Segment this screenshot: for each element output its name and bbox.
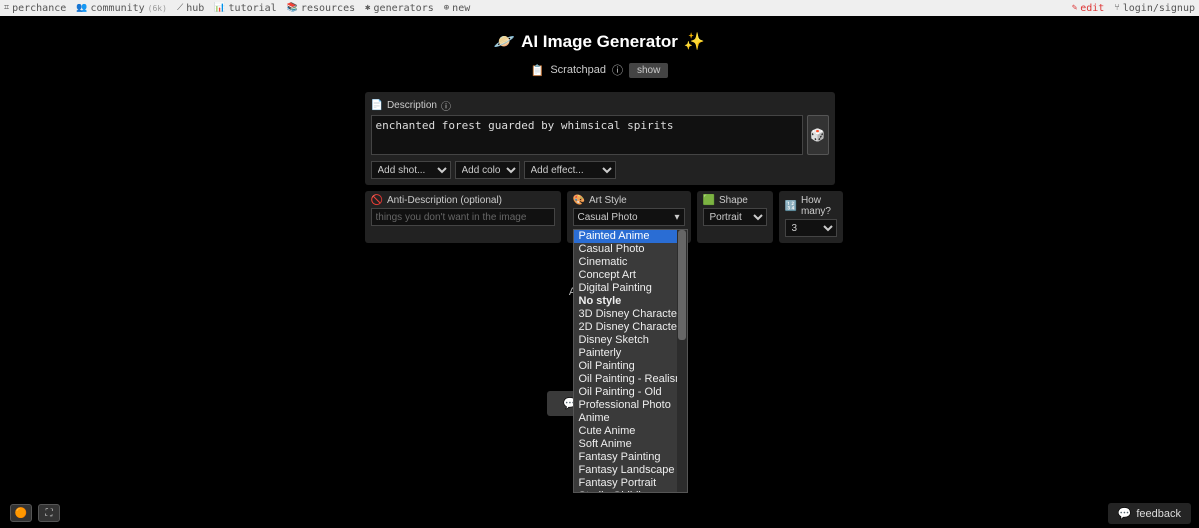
palette-icon: 🎨 (573, 195, 585, 206)
scratchpad-label: Scratchpad (550, 64, 606, 76)
description-label-row: 📄 Description ⓘ (371, 98, 829, 113)
scrollbar-thumb[interactable] (678, 230, 686, 340)
dice-button[interactable]: 🎲 (807, 115, 829, 155)
topbar-right: ✎edit ⑂login/signup (1072, 3, 1195, 14)
anti-label: Anti-Description (optional) (387, 195, 502, 206)
art-style-select[interactable]: Casual Photo ▾ (573, 208, 685, 226)
style-option-oil-painting-realism[interactable]: Oil Painting - Realism (574, 373, 677, 386)
ban-icon: 🚫 (371, 195, 383, 206)
scratchpad-icon: 📋 (531, 64, 545, 77)
page-title: 🪐 AI Image Generator ✨ (0, 32, 1199, 52)
speech-icon: 💬 (1118, 507, 1132, 520)
style-option-oil-painting-old[interactable]: Oil Painting - Old (574, 386, 677, 399)
art-style-label: Art Style (589, 195, 627, 206)
style-option-professional-photo[interactable]: Professional Photo (574, 399, 677, 412)
style-option-fantasy-portrait[interactable]: Fantasy Portrait (574, 477, 677, 490)
style-option-cute-anime[interactable]: Cute Anime (574, 425, 677, 438)
how-many-label: How many? (801, 195, 837, 217)
chevron-down-icon: ▾ (674, 212, 679, 223)
art-style-value: Casual Photo (578, 212, 638, 223)
style-option-3d-disney-character[interactable]: 3D Disney Character (574, 308, 677, 321)
style-option-cinematic[interactable]: Cinematic (574, 256, 677, 269)
comet-icon: 🪐 (494, 32, 515, 52)
topbar: ⌗perchance 👥community(6k) ⟋hub 📊tutorial 📚re… (0, 0, 1199, 16)
nav-edit[interactable]: ✎edit (1072, 3, 1105, 14)
nav-resources[interactable]: 📚resources (287, 3, 355, 14)
style-option-painted-anime[interactable]: Painted Anime (574, 230, 677, 243)
nav-hub[interactable]: ⟋hub (177, 3, 204, 14)
info-icon: ⓘ (612, 62, 623, 78)
nav-tutorial[interactable]: 📊tutorial (214, 3, 276, 14)
nav-community[interactable]: 👥community(6k) (76, 3, 167, 14)
nav-generators[interactable]: ✱generators (365, 3, 434, 14)
feedback-button[interactable]: 💬 feedback (1108, 503, 1191, 524)
number-icon: 🔢 (785, 201, 797, 212)
style-option-oil-painting[interactable]: Oil Painting (574, 360, 677, 373)
style-option-concept-art[interactable]: Concept Art (574, 269, 677, 282)
add-color-select[interactable]: Add color... (455, 161, 520, 179)
style-option-fantasy-landscape[interactable]: Fantasy Landscape (574, 464, 677, 477)
art-style-dropdown: Painted AnimeCasual PhotoCinematicConcep… (573, 229, 688, 493)
description-input[interactable] (371, 115, 803, 155)
style-option-digital-painting[interactable]: Digital Painting (574, 282, 677, 295)
nav-login-signup[interactable]: ⑂login/signup (1114, 3, 1195, 14)
scrollbar[interactable] (677, 230, 687, 492)
controls-row: 🚫 Anti-Description (optional) 🎨 Art Styl… (365, 191, 835, 243)
how-many-panel: 🔢 How many? 3 (779, 191, 843, 243)
add-effect-select[interactable]: Add effect... (524, 161, 616, 179)
style-option-2d-disney-character[interactable]: 2D Disney Character (574, 321, 677, 334)
art-style-panel: 🎨 Art Style Casual Photo ▾ Painted Anime… (567, 191, 691, 243)
style-option-casual-photo[interactable]: Casual Photo (574, 243, 677, 256)
nav-new[interactable]: ⊕new (444, 3, 470, 14)
shape-panel: 🟩 Shape Portrait (697, 191, 773, 243)
add-shot-select[interactable]: Add shot... (371, 161, 451, 179)
main-area: 🪐 AI Image Generator ✨ 📋 Scratchpad ⓘ sh… (0, 16, 1199, 243)
style-option-no-style[interactable]: No style (574, 295, 677, 308)
fullscreen-button[interactable]: ⛶ (38, 504, 60, 522)
scratchpad-show-button[interactable]: show (629, 63, 668, 78)
theme-button[interactable]: 🟠 (10, 504, 32, 522)
title-text: AI Image Generator (521, 32, 678, 52)
style-option-fantasy-painting[interactable]: Fantasy Painting (574, 451, 677, 464)
scratchpad-row: 📋 Scratchpad ⓘ show (0, 62, 1199, 78)
shape-select[interactable]: Portrait (703, 208, 767, 226)
style-option-soft-anime[interactable]: Soft Anime (574, 438, 677, 451)
nav-perchance[interactable]: ⌗perchance (4, 3, 66, 14)
style-option-studio-ghibli[interactable]: Studio Ghibli (574, 490, 677, 492)
style-option-anime[interactable]: Anime (574, 412, 677, 425)
description-label: Description (387, 100, 437, 111)
bottom-left-buttons: 🟠 ⛶ (10, 504, 60, 522)
info-icon: ⓘ (441, 98, 451, 113)
topbar-left: ⌗perchance 👥community(6k) ⟋hub 📊tutorial 📚re… (4, 3, 470, 14)
feedback-label: feedback (1136, 508, 1181, 520)
style-option-disney-sketch[interactable]: Disney Sketch (574, 334, 677, 347)
anti-description-input[interactable] (371, 208, 555, 226)
shape-icon: 🟩 (703, 195, 715, 206)
style-option-painterly[interactable]: Painterly (574, 347, 677, 360)
page-icon: 📄 (371, 100, 383, 111)
how-many-select[interactable]: 3 (785, 219, 837, 237)
anti-description-panel: 🚫 Anti-Description (optional) (365, 191, 561, 243)
shape-label: Shape (719, 195, 748, 206)
description-panel: 📄 Description ⓘ 🎲 Add shot... Add color.… (365, 92, 835, 185)
sparkle-icon: ✨ (684, 32, 705, 52)
